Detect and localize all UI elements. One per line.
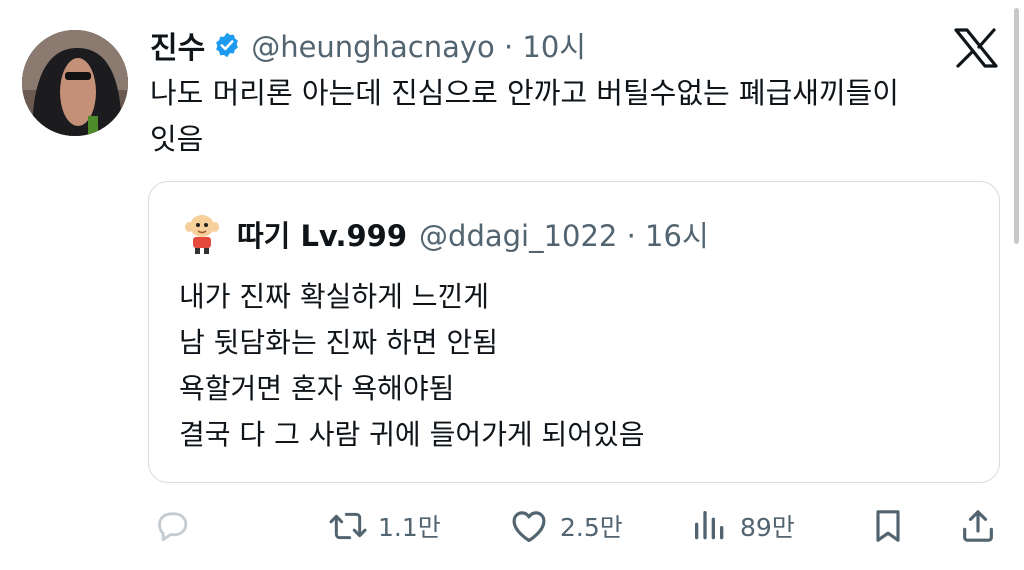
author-name[interactable]: 진수 (150, 23, 205, 67)
bookmark-button[interactable] (868, 500, 908, 552)
quoted-tweet-header: 따기 Lv.999 @ddagi_1022 · 16시 (237, 214, 709, 254)
quoted-text-line: 남 뒷담화는 진짜 하면 안됨 (179, 326, 498, 359)
tweet-text-line: 나도 머리론 아는데 진심으로 안까고 버틸수없는 폐급새끼들이 (150, 76, 899, 110)
reply-button[interactable] (152, 500, 192, 552)
verified-badge-icon (213, 31, 241, 59)
share-icon (963, 510, 993, 542)
scrollbar[interactable] (1014, 8, 1019, 244)
like-count: 2.5만 (560, 513, 623, 542)
quoted-author-name[interactable]: 따기 Lv.999 (237, 213, 407, 255)
views-button[interactable]: 89만 (690, 500, 795, 552)
tweet-header: 진수 @heunghacnayo · 10시 (150, 22, 586, 68)
tweet-text-line: 잇음 (150, 122, 204, 156)
author-avatar[interactable] (22, 30, 128, 136)
quoted-text-line: 욕할거면 혼자 욕해야됨 (179, 372, 455, 405)
x-logo-icon[interactable] (954, 28, 998, 68)
share-button[interactable] (958, 500, 998, 552)
like-icon (512, 511, 546, 543)
retweet-button[interactable]: 1.1만 (328, 500, 441, 552)
quoted-text-line: 결국 다 그 사람 귀에 들어가게 되어있음 (179, 418, 645, 451)
quoted-tweet-text: 내가 진짜 확실하게 느낀게 남 뒷담화는 진짜 하면 안됨 욕할거면 혼자 욕… (179, 274, 645, 458)
retweet-count: 1.1만 (378, 513, 441, 542)
tweet-text: 나도 머리론 아는데 진심으로 안까고 버틸수없는 폐급새끼들이 잇음 (150, 70, 1000, 162)
bookmark-icon (876, 510, 900, 542)
reply-icon (158, 512, 188, 542)
quoted-text-line: 내가 진짜 확실하게 느낀게 (179, 280, 490, 313)
like-button[interactable]: 2.5만 (508, 500, 623, 552)
quoted-author-avatar[interactable] (179, 210, 225, 256)
quoted-author-handle-time[interactable]: @ddagi_1022 · 16시 (419, 213, 709, 255)
quoted-tweet-card[interactable]: 따기 Lv.999 @ddagi_1022 · 16시 내가 진짜 확실하게 느… (148, 181, 1000, 483)
views-icon (695, 510, 724, 540)
retweet-icon (329, 512, 367, 540)
action-bar: 1.1만 2.5만 89만 (150, 500, 1000, 552)
author-handle-time[interactable]: @heunghacnayo · 10시 (251, 24, 586, 66)
views-count: 89만 (740, 513, 795, 542)
